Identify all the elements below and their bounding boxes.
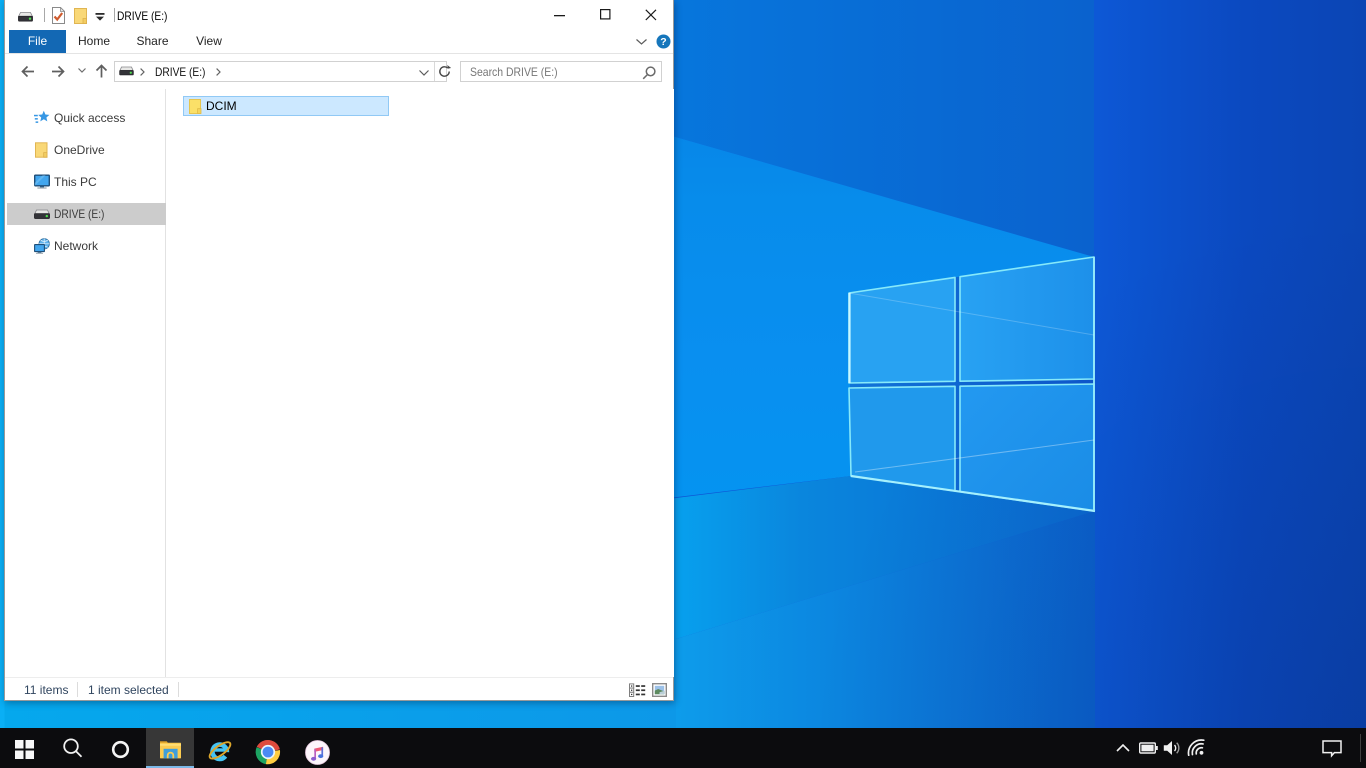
svg-text:?: ? (660, 36, 666, 48)
